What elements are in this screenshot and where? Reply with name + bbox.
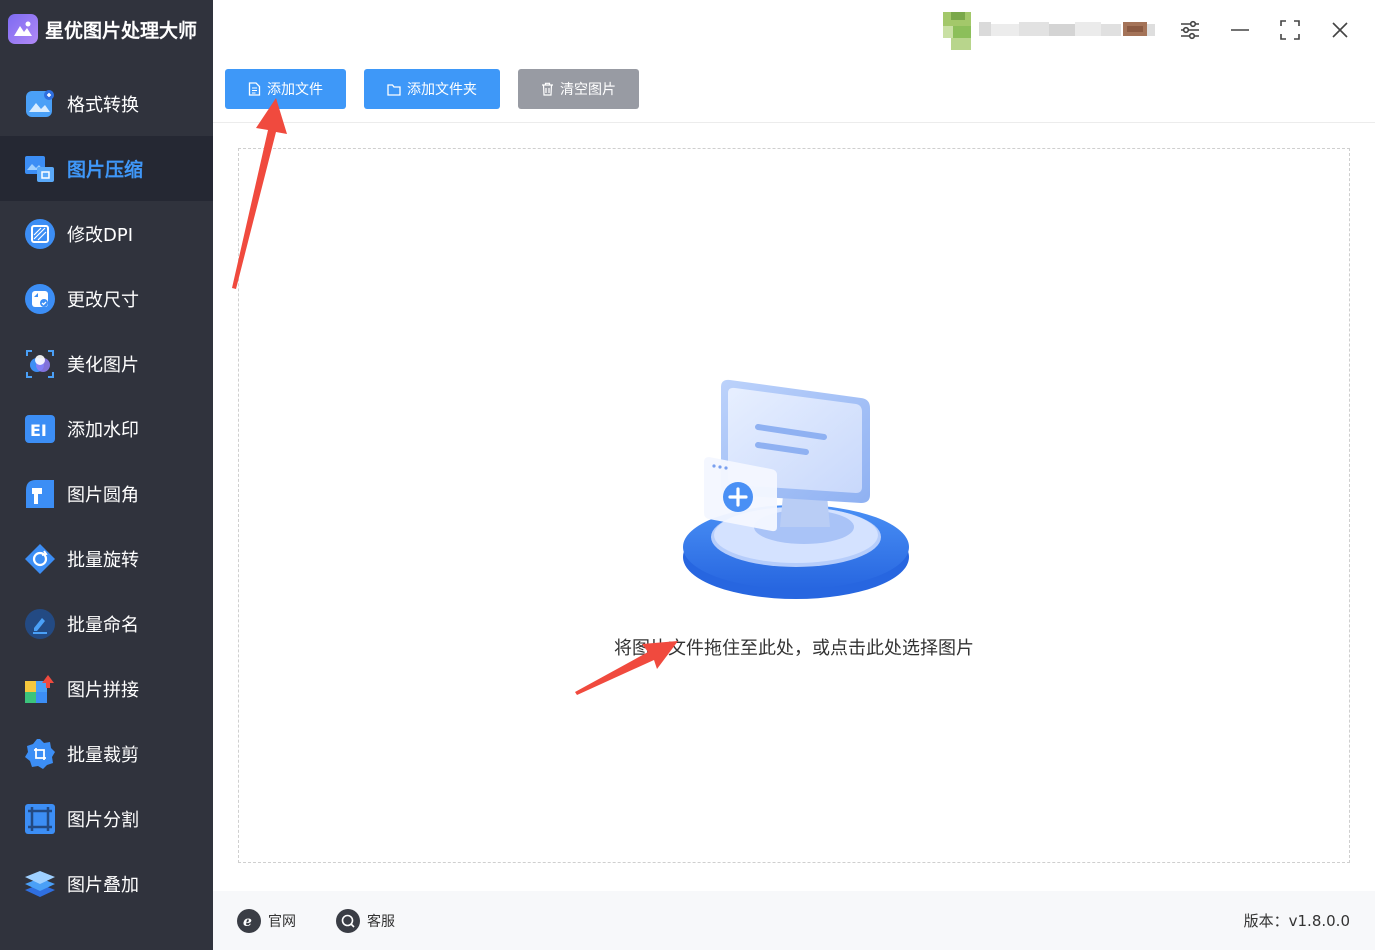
maximize-button[interactable]: [1275, 15, 1305, 45]
trash-icon: [542, 82, 553, 96]
close-button[interactable]: [1325, 15, 1355, 45]
title-bar: [213, 0, 1375, 60]
minimize-icon: [1231, 29, 1249, 31]
sidebar-item-label: 图片圆角: [67, 484, 139, 506]
app-name: 星优图片处理大师: [45, 19, 198, 42]
sidebar-item-image-stitch[interactable]: 图片拼接: [0, 656, 213, 721]
sidebar-item-modify-dpi[interactable]: 修改DPI: [0, 201, 213, 266]
sidebar-item-label: 修改DPI: [67, 224, 134, 246]
toolbar: 添加文件 添加文件夹 清空图片: [213, 60, 1375, 123]
sidebar-item-label: 添加水印: [67, 419, 139, 441]
sidebar-item-batch-crop[interactable]: 批量裁剪: [0, 721, 213, 786]
sidebar-item-image-overlay[interactable]: 图片叠加: [0, 851, 213, 916]
add-folder-button[interactable]: 添加文件夹: [364, 69, 500, 109]
folder-icon: [387, 83, 401, 96]
beautify-icon: [24, 348, 56, 380]
website-label: 官网: [268, 914, 296, 930]
user-account[interactable]: [943, 12, 1168, 50]
drop-hint-text: 将图片文件拖住至此处，或点击此处选择图片: [614, 638, 974, 659]
sidebar-nav: 格式转换 图片压缩 修改DPI 更改尺寸 美化图片 EI 添加水印 图片圆角 批…: [0, 71, 213, 916]
puzzle-icon: [24, 673, 56, 705]
chat-icon: [336, 909, 360, 933]
clear-images-button[interactable]: 清空图片: [518, 69, 639, 109]
support-link[interactable]: 客服: [336, 908, 395, 934]
sidebar-item-label: 批量旋转: [67, 549, 139, 571]
sidebar-item-batch-rotate[interactable]: 批量旋转: [0, 526, 213, 591]
app-title-bar: 星优图片处理大师: [8, 12, 197, 46]
sidebar-item-round-corner[interactable]: 图片圆角: [0, 461, 213, 526]
rename-icon: [24, 608, 56, 640]
sidebar: 星优图片处理大师 格式转换 图片压缩 修改DPI 更改尺寸 美化图片 EI 添加…: [0, 0, 213, 950]
split-icon: [24, 803, 56, 835]
crop-icon: [24, 738, 56, 770]
clear-images-label: 清空图片: [560, 82, 616, 98]
sidebar-item-label: 图片叠加: [67, 874, 139, 896]
maximize-icon: [1280, 20, 1300, 40]
layers-icon: [24, 868, 56, 900]
app-logo-icon: [8, 14, 38, 44]
file-icon: [248, 82, 261, 96]
add-file-label: 添加文件: [267, 82, 323, 98]
avatar: [943, 12, 1155, 50]
round-corner-icon: [24, 478, 56, 510]
website-link[interactable]: e 官网: [237, 908, 296, 934]
sidebar-item-format-convert[interactable]: 格式转换: [0, 71, 213, 136]
rotate-icon: [24, 543, 56, 575]
settings-button[interactable]: [1175, 15, 1205, 45]
minimize-button[interactable]: [1225, 15, 1255, 45]
watermark-icon: EI: [24, 413, 56, 445]
sidebar-item-image-compress[interactable]: 图片压缩: [0, 136, 213, 201]
version-text: 版本：v1.8.0.0: [1243, 912, 1350, 930]
svg-text:e: e: [243, 914, 252, 929]
resize-icon: [24, 283, 56, 315]
sidebar-item-label: 图片压缩: [67, 159, 144, 181]
svg-text:EI: EI: [30, 421, 47, 440]
sidebar-item-label: 更改尺寸: [67, 289, 139, 311]
sidebar-item-image-split[interactable]: 图片分割: [0, 786, 213, 851]
sidebar-item-label: 图片分割: [67, 809, 139, 831]
upload-computer-illustration: [683, 379, 909, 599]
sidebar-item-resize[interactable]: 更改尺寸: [0, 266, 213, 331]
add-folder-label: 添加文件夹: [407, 82, 477, 98]
sidebar-item-label: 批量裁剪: [67, 744, 139, 766]
sidebar-item-label: 图片拼接: [67, 679, 139, 701]
close-icon: [1332, 22, 1348, 38]
footer-bar: e 官网 客服 版本：v1.8.0.0: [213, 891, 1375, 950]
dpi-icon: [24, 218, 56, 250]
sidebar-item-watermark[interactable]: EI 添加水印: [0, 396, 213, 461]
add-file-button[interactable]: 添加文件: [225, 69, 346, 109]
support-label: 客服: [367, 914, 395, 930]
sliders-icon: [1181, 20, 1199, 40]
sidebar-item-label: 美化图片: [67, 354, 139, 376]
sidebar-item-beautify[interactable]: 美化图片: [0, 331, 213, 396]
sidebar-item-batch-rename[interactable]: 批量命名: [0, 591, 213, 656]
browser-icon: e: [237, 909, 261, 933]
image-compress-icon: [24, 153, 56, 185]
sidebar-item-label: 格式转换: [67, 94, 139, 116]
file-drop-zone[interactable]: 将图片文件拖住至此处，或点击此处选择图片: [238, 148, 1350, 863]
image-convert-icon: [24, 88, 56, 120]
sidebar-item-label: 批量命名: [67, 614, 139, 636]
